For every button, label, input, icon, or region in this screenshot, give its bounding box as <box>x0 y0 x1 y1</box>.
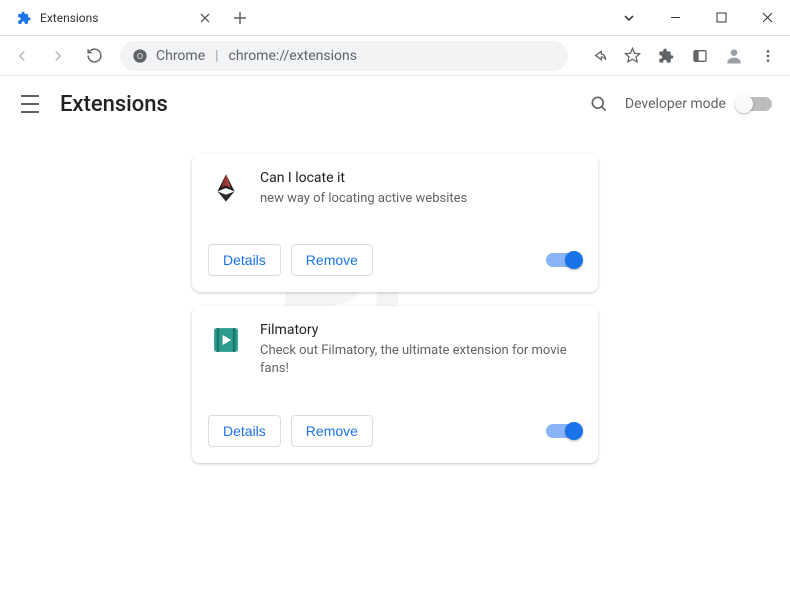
address-bar[interactable]: Chrome | chrome://extensions <box>120 41 568 71</box>
extension-card: Filmatory Check out Filmatory, the ultim… <box>192 306 598 462</box>
extension-description: Check out Filmatory, the ultimate extens… <box>260 342 582 378</box>
remove-button[interactable]: Remove <box>291 415 373 447</box>
extension-icon <box>208 170 244 206</box>
remove-button[interactable]: Remove <box>291 244 373 276</box>
close-tab-icon[interactable] <box>200 13 216 23</box>
url-scheme: Chrome <box>156 48 205 64</box>
menu-icon[interactable] <box>752 40 784 72</box>
extension-description: new way of locating active websites <box>260 190 467 208</box>
back-button[interactable] <box>6 40 38 72</box>
enable-toggle[interactable] <box>546 424 582 438</box>
extensions-header: Extensions Developer mode <box>0 76 790 132</box>
extension-name: Can I locate it <box>260 170 467 186</box>
bookmark-icon[interactable] <box>616 40 648 72</box>
dev-mode-toggle[interactable] <box>736 97 772 111</box>
extension-icon <box>208 322 244 358</box>
forward-button[interactable] <box>42 40 74 72</box>
new-tab-button[interactable] <box>226 4 254 32</box>
browser-tab[interactable]: Extensions <box>6 1 226 35</box>
url-separator: | <box>215 48 218 64</box>
chrome-icon <box>132 48 148 64</box>
share-icon[interactable] <box>582 40 614 72</box>
window-titlebar: Extensions <box>0 0 790 36</box>
tab-title: Extensions <box>40 11 98 25</box>
minimize-button[interactable] <box>652 0 698 36</box>
close-window-button[interactable] <box>744 0 790 36</box>
maximize-button[interactable] <box>698 0 744 36</box>
tab-search-button[interactable] <box>606 0 652 36</box>
search-icon[interactable] <box>585 90 613 118</box>
details-button[interactable]: Details <box>208 415 281 447</box>
reload-button[interactable] <box>78 40 110 72</box>
extension-card: Can I locate it new way of locating acti… <box>192 154 598 292</box>
page-title: Extensions <box>60 92 168 117</box>
extension-list: Can I locate it new way of locating acti… <box>0 154 790 463</box>
browser-toolbar: Chrome | chrome://extensions <box>0 36 790 76</box>
menu-button[interactable] <box>18 92 42 116</box>
profile-icon[interactable] <box>718 40 750 72</box>
sidepanel-icon[interactable] <box>684 40 716 72</box>
details-button[interactable]: Details <box>208 244 281 276</box>
enable-toggle[interactable] <box>546 253 582 267</box>
dev-mode-label: Developer mode <box>625 96 726 112</box>
puzzle-icon <box>16 10 32 26</box>
extension-name: Filmatory <box>260 322 582 338</box>
url-path: chrome://extensions <box>229 48 357 64</box>
extensions-icon[interactable] <box>650 40 682 72</box>
